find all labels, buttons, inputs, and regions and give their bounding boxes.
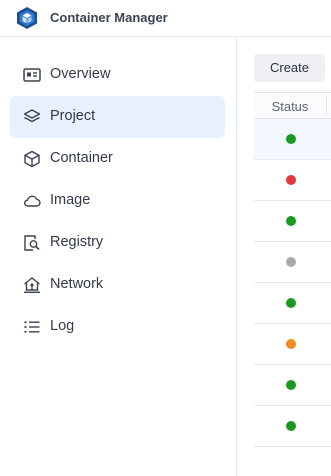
status-dot [286,380,296,390]
status-dot [286,339,296,349]
table-header: Status [254,92,331,119]
sidebar-item-label: Overview [50,66,111,82]
sidebar-item-overview[interactable]: Overview [10,54,225,96]
sidebar-item-label: Registry [50,234,104,250]
column-resize-handle[interactable] [326,97,327,114]
status-dot [286,298,296,308]
table-row[interactable] [254,324,331,365]
table-row[interactable] [254,160,331,201]
registry-search-icon [24,235,40,251]
network-house-icon [24,277,40,293]
sidebar-item-registry[interactable]: Registry [10,222,225,264]
status-dot [286,134,296,144]
status-dot [286,257,296,267]
container-manager-logo-icon [17,7,37,29]
sidebar-item-label: Container [50,150,113,166]
cloud-icon [24,195,41,207]
cube-icon [24,150,40,168]
table-row[interactable] [254,201,331,242]
table-row[interactable] [254,365,331,406]
sidebar-item-label: Network [50,276,104,292]
table-row[interactable] [254,283,331,324]
list-icon [24,321,40,333]
sidebar-item-container[interactable]: Container [10,138,225,180]
table-row[interactable] [254,242,331,283]
status-dot [286,175,296,185]
sidebar-item-label: Log [50,318,75,334]
app-title: Container Manager [50,10,168,25]
sidebar: Overview Project Container Image Registr… [0,37,237,476]
main-panel: Create Status [238,37,331,476]
sidebar-item-label: Image [50,192,91,208]
sidebar-item-log[interactable]: Log [10,306,225,348]
table-row[interactable] [254,406,331,447]
title-bar: Container Manager [0,0,331,37]
layers-icon [23,109,41,123]
status-dot [286,216,296,226]
sidebar-item-network[interactable]: Network [10,264,225,306]
table-row[interactable] [254,119,331,160]
status-dot [286,421,296,431]
sidebar-item-label: Project [50,108,96,124]
create-button[interactable]: Create [254,54,325,82]
sidebar-item-project[interactable]: Project [10,96,225,138]
column-header-status[interactable]: Status [254,99,326,114]
sidebar-item-image[interactable]: Image [10,180,225,222]
overview-icon [23,68,41,82]
